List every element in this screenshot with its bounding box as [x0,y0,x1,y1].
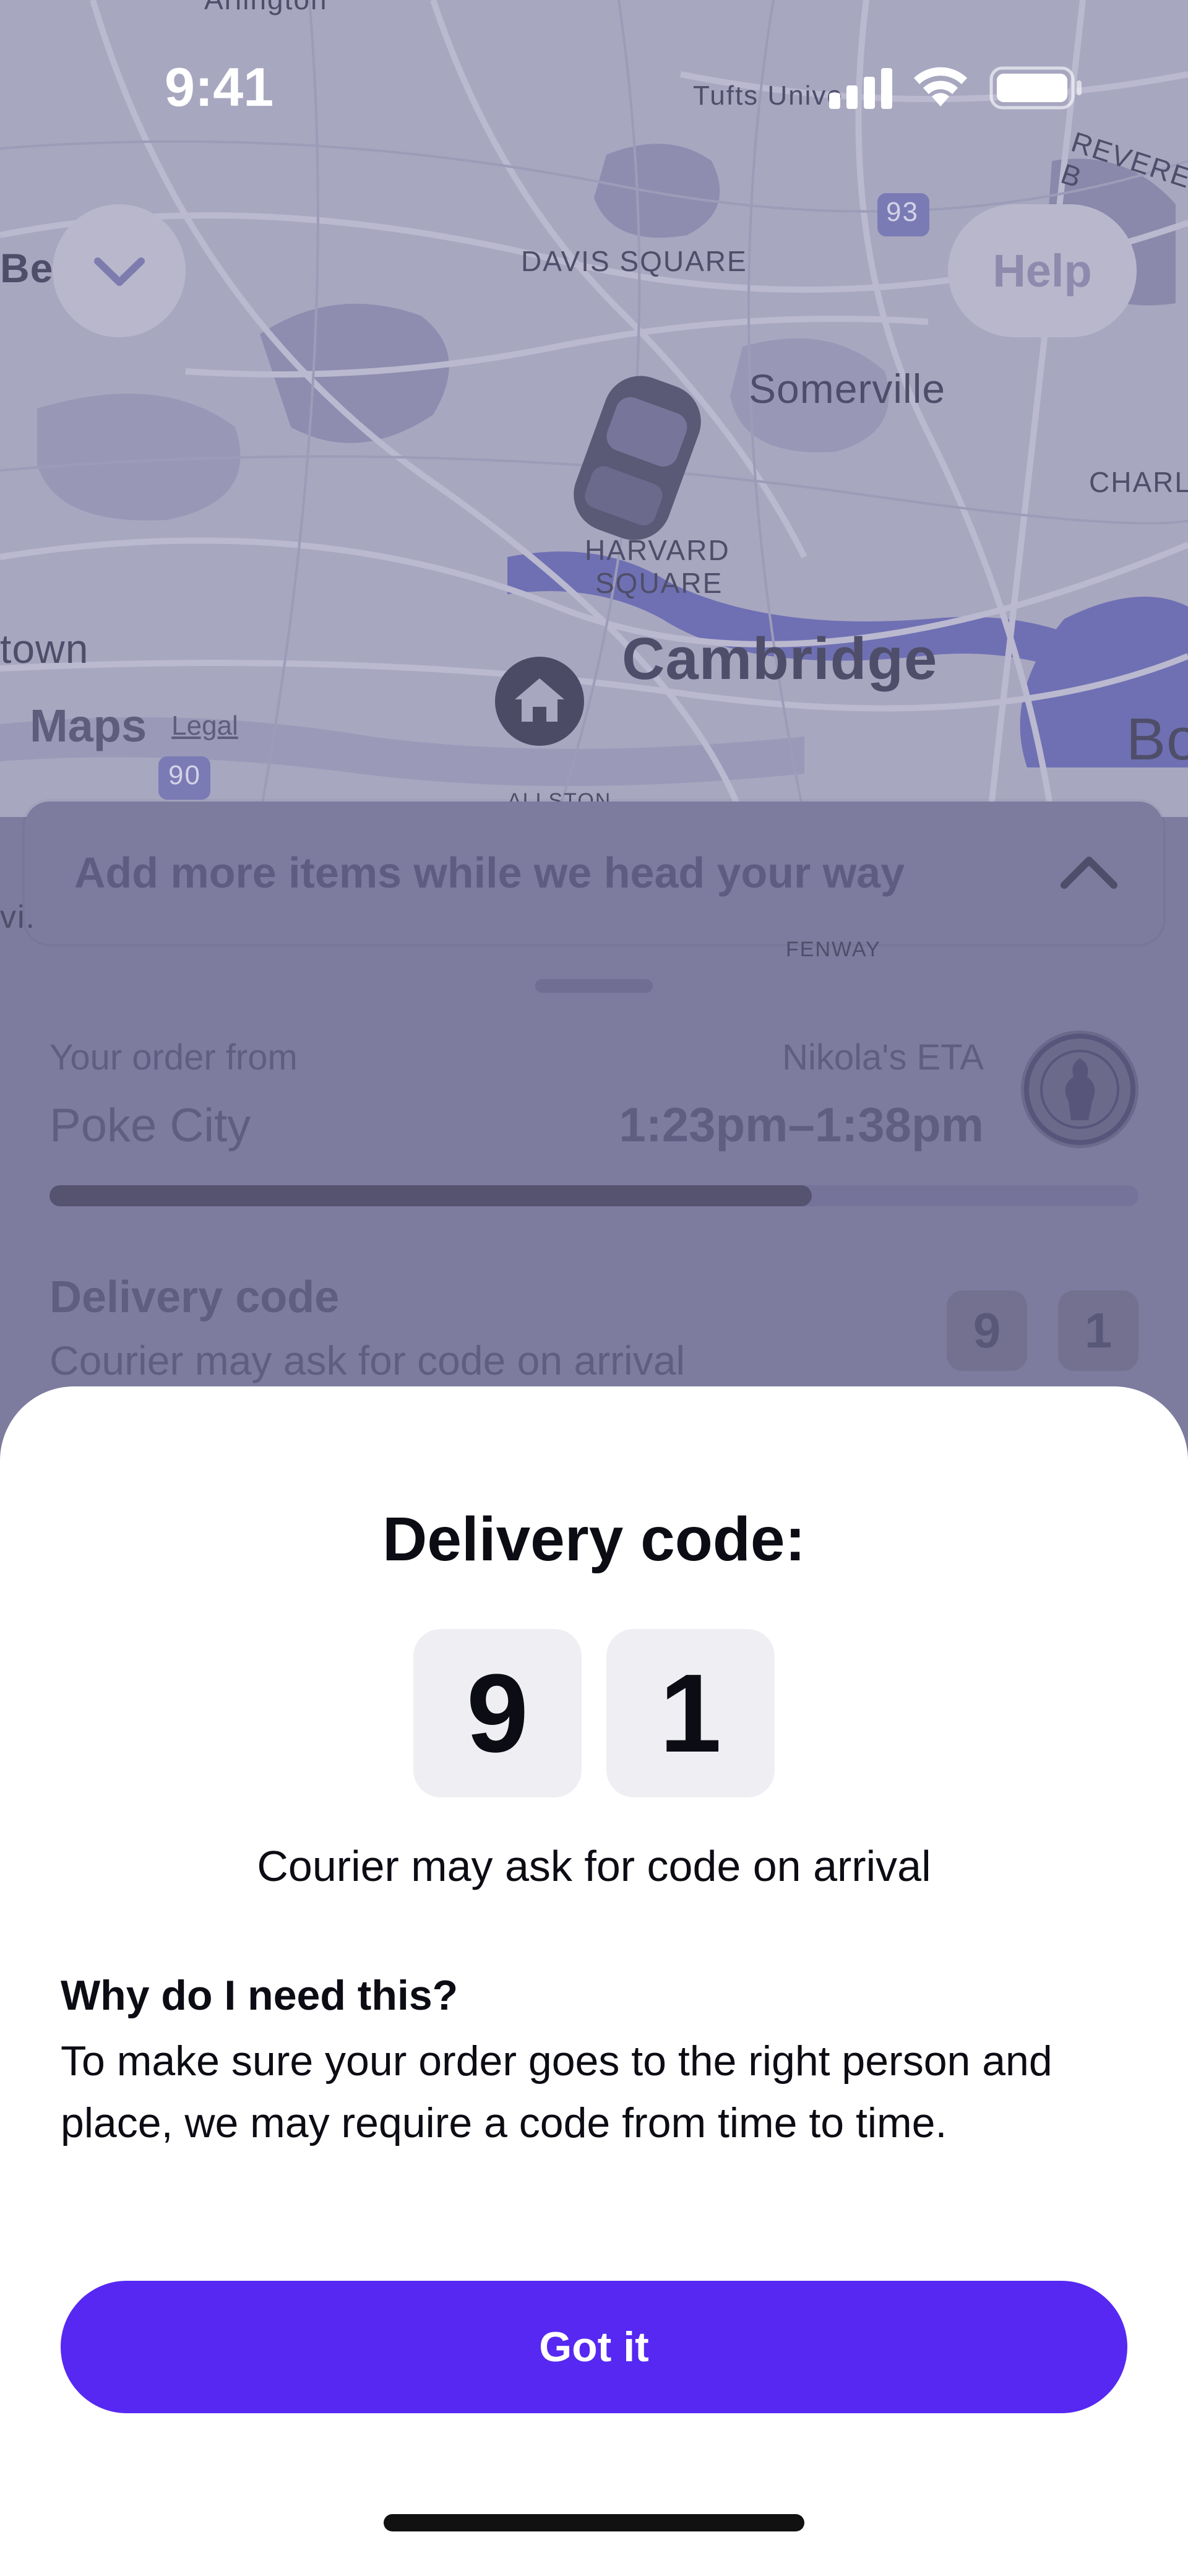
restaurant-name: Poke City [50,1099,251,1152]
delivery-progress-bar [50,1185,1138,1206]
banner-text: Add more items while we head your way [74,849,905,897]
delivery-code-modal: Delivery code: 9 1 Courier may ask for c… [0,1386,1188,2576]
eta-value: 1:23pm–1:38pm [619,1097,984,1152]
delivery-code-label: Delivery code [50,1273,340,1322]
map-label-charle: CHARLE [1089,466,1188,498]
map-label-be: Be [0,245,54,291]
home-indicator[interactable] [384,2514,804,2531]
map-label-davis-square: DAVIS SQUARE [521,245,747,277]
screen: Arlington Tufts Unive REVERE B Be DAVIS … [0,0,1188,2576]
home-pin-icon [495,657,584,746]
map-label-fenway: FENWAY [786,938,881,961]
code-digit-box: 9 [413,1629,582,1797]
maps-attribution: Maps Legal [30,699,238,752]
why-body: To make sure your order goes to the righ… [61,2038,1052,2146]
mini-code-digit: 1 [1058,1290,1138,1371]
add-items-banner[interactable]: Add more items while we head your way [25,802,1163,944]
status-time: 9:41 [165,56,274,118]
status-bar: 9:41 [0,0,1188,161]
order-sheet: Your order from Poke City Nikola's ETA 1… [0,959,1188,1454]
map-label-square: SQUARE [595,567,723,599]
map-label-somerville: Somerville [749,366,946,412]
why-title: Why do I need this? [61,1972,458,2019]
apple-maps-logo: Maps [30,700,147,751]
delivery-progress-fill [50,1185,812,1206]
delivery-code-sub: Courier may ask for code on arrival [50,1338,686,1383]
legal-link[interactable]: Legal [171,711,238,741]
mini-code-digit: 9 [947,1290,1027,1371]
map-label-cambridge: Cambridge [622,626,938,692]
map-label-town: town [0,626,89,672]
got-it-button[interactable]: Got it [61,2281,1127,2413]
route-shield-90: 90 [168,760,201,790]
status-icons [829,66,1082,110]
route-shield-93: 93 [886,197,919,227]
courier-avatar [1021,1031,1138,1148]
chevron-up-icon [1061,857,1117,889]
chevron-down-icon [93,257,145,286]
map-label-vi: vi. [0,899,36,935]
collapse-button[interactable] [53,204,186,337]
modal-title: Delivery code: [382,1505,806,1574]
courier-car-icon [574,376,701,540]
wifi-icon [914,67,967,106]
sheet-handle[interactable] [535,979,653,993]
map-label-boston: Bo [1126,706,1188,772]
modal-subtitle: Courier may ask for code on arrival [257,1842,931,1890]
cellular-signal-icon [829,68,892,109]
eta-label: Nikola's ETA [782,1037,984,1078]
team-logo-icon [1024,1034,1135,1145]
battery-icon [989,66,1082,110]
order-from-label: Your order from [50,1037,298,1078]
help-button[interactable]: Help [948,204,1137,337]
code-digit-box: 1 [606,1629,775,1797]
